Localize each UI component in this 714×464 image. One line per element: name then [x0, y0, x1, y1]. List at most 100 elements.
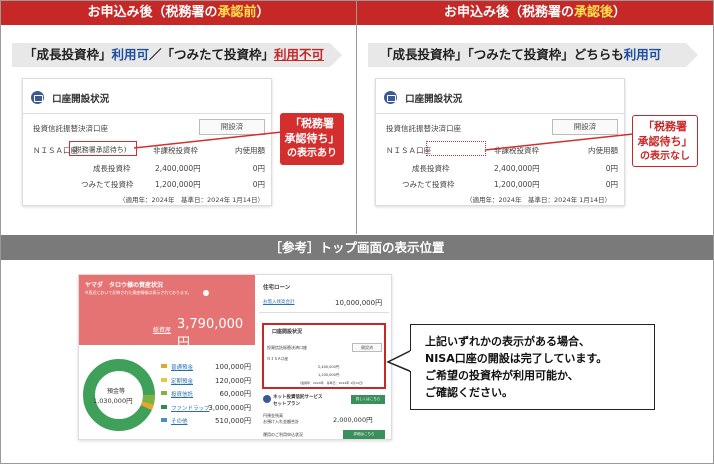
right-callout-line2: 承認待ち」	[637, 135, 693, 148]
legend-name[interactable]: ファンドラップ	[171, 404, 210, 412]
loan-section: 住宅ローン お借入残高合計 10,000,000円	[259, 281, 389, 313]
top-acct-growth: 2,400,000円	[318, 365, 340, 369]
left-footnote: （適用年：2024年 基準日：2024年 1月14日）	[119, 196, 265, 204]
left-header-post: ）	[256, 5, 270, 20]
right-header-pre: お申込み後（税務署の	[443, 5, 574, 20]
left-header-pre: お申込み後（税務署の	[87, 5, 218, 20]
asset-legend: 普通預金 100,000円定期預金 120,000円投資信託 60,000円ファンドラ…	[161, 363, 251, 431]
right-header-post: ）	[613, 5, 627, 20]
top-acct-row: 投資信託振替決済口座	[267, 345, 307, 350]
loan-sub[interactable]: お借入残高合計	[263, 299, 295, 305]
left-callout-line2: 承認待ち」	[284, 132, 340, 145]
legend-swatch	[161, 364, 167, 368]
top-acct-title: 口座開設状況	[272, 329, 303, 335]
left-tsumitate-value: 1,200,000円	[155, 180, 201, 189]
right-tsumitate-label: つみたて投資枠	[402, 180, 455, 189]
right-banner-arrow	[686, 43, 698, 67]
left-nisa-status: (税務署承認待ち)	[72, 146, 127, 154]
left-row1-label: 投資信託振替決済口座	[33, 124, 108, 133]
top-acct-button[interactable]: 開設済	[352, 343, 382, 352]
right-row1-label: 投資信託振替決済口座	[386, 124, 461, 133]
top-acct-tsumi: 1,200,000円	[318, 373, 340, 377]
loan-title: 住宅ローン	[263, 285, 291, 291]
net-row1b: お預け入れ金額合計	[263, 419, 299, 424]
right-footnote: （適用年：2024年 基準日：2024年 1月14日）	[466, 196, 612, 204]
legend-swatch	[161, 404, 167, 409]
message-line2: NISA口座の開設は完了しています。	[425, 352, 608, 365]
right-banner-b: 利用可	[623, 47, 662, 62]
message-bubble: 上記いずれかの表示がある場合、 NISA口座の開設は完了しています。 ご希望の投…	[410, 324, 655, 410]
left-banner-arrow	[330, 43, 342, 67]
right-growth-label: 成長投資枠	[412, 164, 450, 173]
legend-name[interactable]: 投資信託	[171, 390, 193, 398]
right-connector-line	[485, 133, 634, 151]
net-value: 2,000,000円	[333, 416, 373, 424]
vertical-divider	[356, 0, 357, 234]
left-banner-d: 利用不可	[274, 47, 325, 62]
left-callout-line3: の表示あり	[287, 148, 337, 159]
legend-value: 60,000円	[219, 390, 252, 398]
legend-value: 510,000円	[215, 417, 251, 425]
right-banner: 「成長投資枠」「つみたて投資枠」どちらも利用可	[368, 43, 686, 67]
left-header-highlight: 承認前	[217, 5, 257, 20]
total-assets-label: 総資産	[153, 327, 172, 334]
legend-name[interactable]: 普通預金	[171, 363, 193, 371]
left-tsumitate-used: 0円	[252, 180, 265, 189]
legend-item: 定期預金 120,000円	[161, 377, 251, 391]
top-acct-nisa: ＮＩＳＡ口座	[267, 357, 288, 361]
legend-item: 普通預金 100,000円	[161, 363, 251, 377]
divider	[23, 113, 271, 114]
right-header: お申込み後（税務署の承認後）	[357, 1, 713, 25]
legend-name[interactable]: その他	[171, 417, 188, 425]
right-card-title: 口座開設状況	[405, 94, 463, 105]
legend-name[interactable]: 定期預金	[171, 377, 193, 385]
legend-swatch	[161, 418, 167, 422]
right-callout-line1: 「税務署	[643, 120, 687, 133]
left-card-title-row: 口座開設状況	[31, 87, 109, 106]
info-icon	[203, 290, 209, 296]
divider	[376, 113, 624, 114]
net-sub: セットプラン	[273, 402, 300, 407]
top-acct-foot: （適用年：2024年 基準日：2024年 1月14日）	[298, 381, 365, 385]
account-icon	[31, 91, 44, 104]
net-button[interactable]: 詳しくはこちら	[351, 395, 385, 404]
message-line3: ご希望の投資枠が利用可能か、	[425, 369, 579, 382]
legend-item: 投資信託 60,000円	[161, 390, 251, 404]
top-screen-mockup: ヤマダ タロウ様の資産状況 ※直近において反映された資産情報は表示されております…	[78, 274, 392, 440]
right-banner-a: 「成長投資枠」「つみたて投資枠」どちらも	[380, 47, 624, 62]
left-tsumitate-label: つみたて投資枠	[81, 180, 134, 189]
legend-item: その他 510,000円	[161, 417, 251, 431]
donut-center-label: 預金等	[107, 388, 126, 395]
left-connector-line	[134, 131, 283, 149]
asset-note: ※直近において反映された資産情報は表示されております。	[85, 290, 192, 295]
right-callout-line3: の表示なし	[640, 151, 690, 162]
top-account-status-box: 口座開設状況 投資信託振替決済口座 開設済 ＮＩＳＡ口座 2,400,000円 …	[262, 323, 386, 389]
net-button2[interactable]: 詳細はこちら	[343, 430, 385, 439]
net-icon	[263, 395, 271, 403]
legend-swatch	[161, 391, 167, 395]
loan-value: 10,000,000円	[335, 299, 383, 307]
right-header-highlight: 承認後	[573, 5, 613, 20]
right-card-title-row: 口座開設状況	[384, 87, 462, 106]
right-nisa-empty-box	[426, 141, 486, 156]
message-line4: ご確認ください。	[425, 386, 513, 399]
right-tsumitate-used: 0円	[605, 180, 618, 189]
legend-value: 100,000円	[215, 363, 251, 371]
bubble-pointer-cover	[410, 351, 412, 371]
left-banner: 「成長投資枠」利用可／「つみたて投資枠」利用不可	[12, 43, 330, 67]
left-header: お申込み後（税務署の承認前）	[1, 1, 356, 25]
legend-swatch	[161, 377, 167, 382]
right-callout: 「税務署 承認待ち」 の表示なし	[632, 115, 698, 167]
message-line1: 上記いずれかの表示がある場合、	[425, 335, 590, 348]
legend-value: 120,000円	[215, 376, 251, 385]
left-growth-value: 2,400,000円	[155, 164, 201, 173]
left-banner-c: ／「つみたて投資枠」	[149, 47, 275, 62]
asset-summary-panel: ヤマダ タロウ様の資産状況 ※直近において反映された資産情報は表示されております…	[79, 275, 255, 351]
right-growth-used: 0円	[605, 164, 618, 173]
left-callout-line1: 「税務署	[290, 117, 334, 130]
left-card-title: 口座開設状況	[52, 94, 110, 105]
right-growth-value: 2,400,000円	[494, 164, 540, 173]
asset-user-name: ヤマダ タロウ様の資産状況	[85, 282, 164, 289]
account-icon	[384, 91, 397, 104]
left-growth-used: 0円	[252, 164, 265, 173]
